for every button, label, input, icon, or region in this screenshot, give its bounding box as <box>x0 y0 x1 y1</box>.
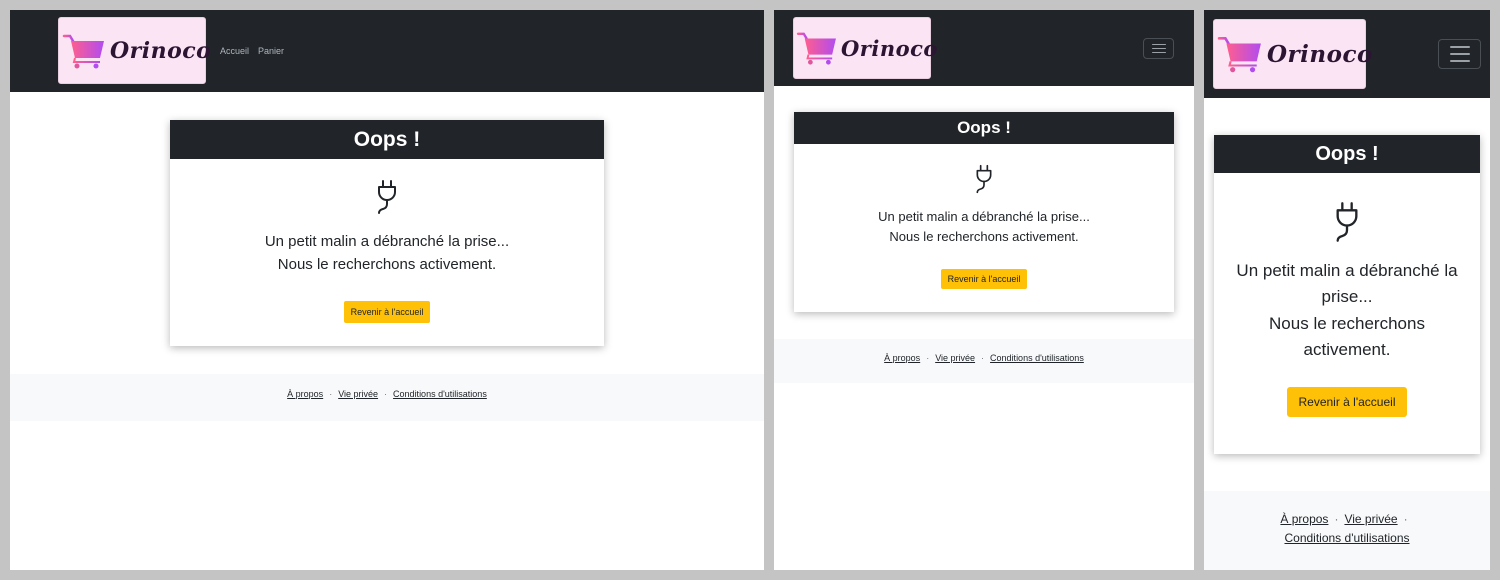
plug-icon <box>378 180 396 214</box>
footer: À propos · Vie privée · Conditions d'utilisa… <box>1204 491 1490 570</box>
error-title: Oops ! <box>170 120 604 159</box>
brand-name: Orinoco <box>1267 40 1373 68</box>
hamburger-menu-icon <box>1449 53 1470 55</box>
error-message-line-1: Un petit malin a débranché la prise... <box>1236 261 1458 307</box>
footer-link-privacy[interactable]: Vie privée <box>935 353 975 363</box>
back-home-button[interactable]: Revenir à l'accueil <box>343 300 431 323</box>
brand-logo[interactable]: Orinoco <box>1213 19 1372 89</box>
footer-separator: · <box>384 389 388 399</box>
footer-separator: · <box>329 389 333 399</box>
menu-toggle-button[interactable] <box>1143 38 1174 59</box>
error-message: Un petit malin a débranché la prise... N… <box>170 230 604 277</box>
error-message-line-1: Un petit malin a débranché la prise... <box>878 209 1090 224</box>
navbar: Orinoco <box>774 10 1194 86</box>
error-card: Oops ! Un petit malin a débranché la pri… <box>1214 135 1480 454</box>
error-message-line-2: Nous le recherchons activement. <box>1269 313 1425 360</box>
navbar: Orinoco Accueil Panier <box>10 10 764 92</box>
footer-separator: · <box>981 353 985 363</box>
error-message-line-1: Un petit malin a débranché la prise... <box>264 233 510 250</box>
plug-icon <box>1336 202 1358 242</box>
shopping-cart-icon <box>796 32 836 65</box>
mobile-viewport: Orinoco Oops ! Un petit malin a débranch… <box>1204 10 1490 570</box>
shopping-cart-icon <box>62 34 104 68</box>
error-card: Oops ! Un petit malin a débranché la pri… <box>170 120 604 346</box>
brand-logo[interactable]: Orinoco <box>58 17 211 84</box>
footer-link-privacy[interactable]: Vie privée <box>338 389 378 399</box>
footer-link-about[interactable]: À propos <box>287 389 323 399</box>
footer-link-terms[interactable]: Conditions d'utilisations <box>990 353 1084 363</box>
footer-link-about[interactable]: À propos <box>884 353 920 363</box>
error-title: Oops ! <box>1214 135 1480 173</box>
nav-links: Accueil Panier <box>220 46 284 56</box>
footer-link-about[interactable]: À propos <box>1280 512 1328 526</box>
menu-toggle-button[interactable] <box>1438 39 1481 69</box>
tablet-viewport: Orinoco Oops ! Un petit malin a débranch… <box>774 10 1194 570</box>
brand-logo[interactable]: Orinoco <box>793 17 937 79</box>
back-home-button[interactable]: Revenir à l'accueil <box>940 269 1028 290</box>
error-card: Oops ! Un petit malin a débranché la pri… <box>794 112 1174 312</box>
footer-separator: · <box>1334 512 1339 526</box>
desktop-viewport: Orinoco Accueil Panier Oops ! Un petit m… <box>10 10 764 570</box>
plug-icon <box>976 164 992 194</box>
hamburger-menu-icon <box>1151 44 1166 45</box>
brand-name: Orinoco <box>841 35 938 61</box>
navbar: Orinoco <box>1204 10 1490 98</box>
error-message-line-2: Nous le recherchons activement. <box>889 229 1079 245</box>
nav-link-home[interactable]: Accueil <box>220 46 249 56</box>
hamburger-menu-icon <box>1151 48 1166 49</box>
footer-separator: · <box>1403 512 1408 526</box>
error-message-line-2: Nous le recherchons activement. <box>277 256 497 274</box>
back-home-button[interactable]: Revenir à l'accueil <box>1287 387 1407 418</box>
error-message: Un petit malin a débranché la prise... N… <box>794 207 1174 247</box>
hamburger-menu-icon <box>1449 46 1470 48</box>
error-message: Un petit malin a débranché la prise... N… <box>1228 258 1466 363</box>
error-title: Oops ! <box>794 112 1174 144</box>
footer: À propos · Vie privée · Conditions d'utilisa… <box>10 374 764 421</box>
hamburger-menu-icon <box>1151 52 1166 53</box>
footer-link-terms[interactable]: Conditions d'utilisations <box>1284 531 1409 545</box>
footer-link-privacy[interactable]: Vie privée <box>1344 512 1397 526</box>
footer-separator: · <box>926 353 930 363</box>
shopping-cart-icon <box>1217 37 1261 73</box>
brand-name: Orinoco <box>110 37 212 64</box>
hamburger-menu-icon <box>1449 60 1470 62</box>
footer: À propos · Vie privée · Conditions d'utilisa… <box>774 339 1194 383</box>
footer-link-terms[interactable]: Conditions d'utilisations <box>393 389 487 399</box>
nav-link-cart[interactable]: Panier <box>258 46 284 56</box>
